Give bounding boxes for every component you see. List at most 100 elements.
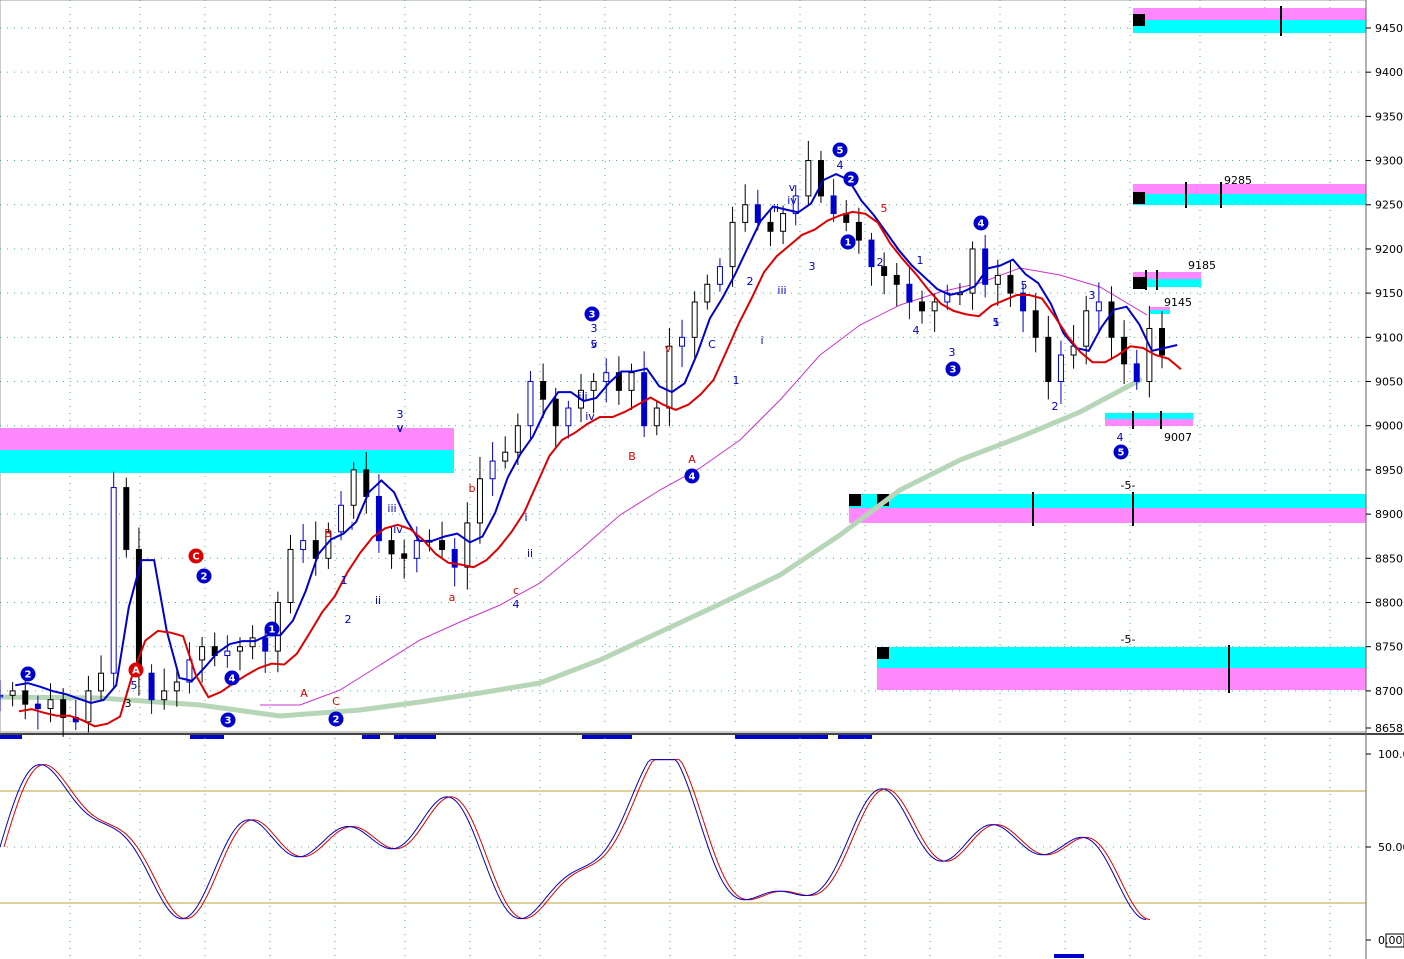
candle-body — [173, 681, 180, 692]
wave-circle-label: 3 — [950, 365, 957, 376]
wave-label: b — [469, 482, 476, 495]
candle-body — [1045, 336, 1052, 383]
wave-label: 3 — [809, 260, 816, 273]
wave-label: B — [628, 450, 636, 463]
wave-circle-label: 2 — [848, 175, 855, 186]
wave-label: iii — [777, 284, 786, 297]
oscillator-panel — [0, 738, 1366, 959]
target-zone-upper — [877, 647, 1366, 668]
price-tick-label: 8658 — [1375, 722, 1403, 735]
zone-marker — [1133, 192, 1145, 204]
price-panel: 9285918591459007-5--5-2AC214312345214352… — [0, 0, 1404, 739]
candle-body — [161, 690, 168, 701]
wave-label: C — [708, 338, 716, 351]
wave-circle-label: 3 — [589, 310, 596, 321]
wave-label: iii — [387, 502, 396, 515]
wave-label: 2 — [747, 275, 754, 288]
wave-circle-label: 4 — [229, 674, 236, 685]
zone-level-label: -5- — [1121, 633, 1136, 646]
wave-circle-label: 4 — [689, 472, 696, 483]
wave-label: v — [789, 181, 796, 194]
candle-body — [540, 381, 547, 400]
target-zone-lower — [1133, 194, 1366, 205]
candle-body — [1146, 327, 1153, 383]
candle-body — [919, 301, 926, 312]
candle-body — [527, 381, 534, 427]
candle-body — [22, 690, 29, 705]
wave-label: i — [524, 511, 527, 524]
wave-label: C — [332, 695, 340, 708]
zone-marker — [1133, 14, 1145, 26]
elliott-wave-chart: 9285918591459007-5--5-2AC214312345214352… — [0, 0, 1404, 959]
signal-strip — [190, 735, 224, 739]
osc-signal-line — [3, 759, 1151, 920]
candle-body — [552, 398, 559, 427]
wave-label: v — [665, 342, 672, 355]
candle-body — [476, 478, 483, 524]
candle-body — [236, 646, 243, 652]
target-zone-lower — [1105, 419, 1193, 426]
candle-body — [603, 372, 610, 383]
candle-body — [224, 650, 231, 657]
wave-label: ii — [773, 202, 779, 215]
candle-body — [767, 221, 774, 232]
target-zone-upper — [0, 428, 454, 450]
osc-tick-label: 50.00 — [1378, 841, 1404, 854]
candle-body — [98, 672, 105, 692]
price-axis: 9450 9400 9350 9300 9250 9200 9150 9100 9050 9000… — [1365, 0, 1404, 959]
wave-label: 5 — [881, 202, 888, 215]
candle-body — [9, 690, 16, 696]
price-tick-label: 9350 — [1375, 110, 1403, 123]
price-tick-label: 9200 — [1375, 243, 1403, 256]
zone-marker — [877, 647, 889, 659]
candle-body — [982, 248, 989, 285]
candle-body — [85, 690, 92, 723]
wave-circle-label: 2 — [333, 715, 340, 726]
price-tick-label: 9250 — [1375, 199, 1403, 212]
signal-strip — [1054, 954, 1084, 958]
price-tick-label: 8700 — [1375, 685, 1403, 698]
price-tick-label: 8750 — [1375, 641, 1403, 654]
price-tick-label: 9300 — [1375, 155, 1403, 168]
wave-label: ii — [375, 594, 381, 607]
wave-label: 3 — [949, 346, 956, 359]
osc-tick-label: 100.0 — [1378, 748, 1404, 761]
wave-label: 1 — [993, 316, 1000, 329]
wave-label: 4 — [1117, 431, 1124, 444]
wave-circle-label: 5 — [837, 146, 844, 157]
candle-body — [590, 381, 597, 391]
wave-label: iv — [787, 194, 797, 207]
candle-body — [123, 487, 130, 550]
wave-circle-label: 5 — [1118, 448, 1125, 459]
candle-body — [148, 672, 155, 701]
wave-label: 3 — [591, 322, 598, 335]
candle-body — [350, 469, 357, 506]
wave-label: i — [760, 334, 763, 347]
wave-label: ii — [527, 547, 533, 560]
zone-level-label: -5- — [1121, 479, 1136, 492]
candle-body — [830, 195, 837, 215]
target-zone-lower — [849, 508, 1366, 523]
candle-body — [439, 540, 446, 550]
wave-circle-label: 1 — [845, 238, 852, 249]
candle-body — [742, 204, 749, 223]
wave-label: 2 — [877, 256, 884, 269]
candle-body — [1159, 327, 1165, 356]
candle-body — [401, 553, 408, 559]
wave-circle-label: 4 — [978, 219, 985, 230]
target-zone-lower — [1133, 20, 1366, 33]
candle-body — [338, 504, 345, 533]
candle-body — [855, 221, 862, 241]
candle-body — [666, 345, 673, 409]
candle-body — [1095, 301, 1102, 312]
candle-body — [931, 301, 938, 312]
candle-body — [653, 407, 660, 427]
wave-label: iv — [585, 410, 595, 423]
price-tick-label: 8850 — [1375, 552, 1403, 565]
target-zone-upper — [849, 494, 1366, 508]
target-zone-lower — [1150, 310, 1170, 314]
wave-circle-label: A — [132, 666, 140, 677]
candle-body — [754, 204, 761, 223]
wave-circle-label: 3 — [225, 716, 232, 727]
candle-body — [906, 283, 913, 303]
